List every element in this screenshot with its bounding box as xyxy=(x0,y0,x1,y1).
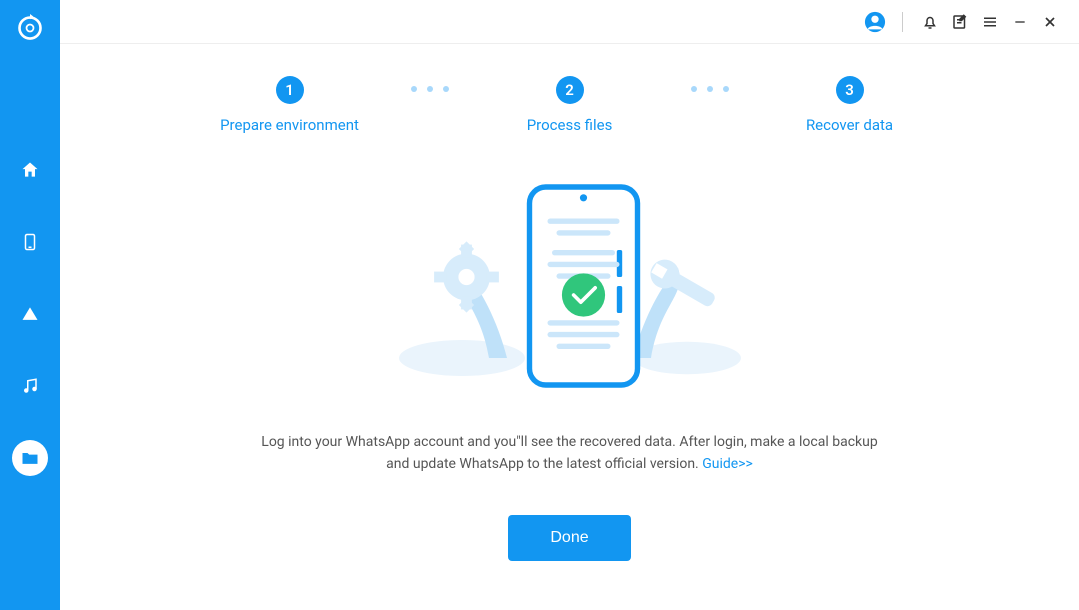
step-label: Process files xyxy=(527,116,613,134)
instruction-text: Log into your WhatsApp account and you"l… xyxy=(250,432,890,475)
guide-link[interactable]: Guide>> xyxy=(702,456,753,472)
nav-home[interactable] xyxy=(12,152,48,188)
close-icon[interactable] xyxy=(1039,11,1061,33)
recovery-illustration xyxy=(390,176,750,396)
feedback-icon[interactable] xyxy=(949,11,971,33)
main-area: 1 Prepare environment 2 Process files 3 … xyxy=(60,0,1079,610)
titlebar-separator xyxy=(902,12,903,32)
step-1: 1 Prepare environment xyxy=(190,76,390,134)
step-3: 3 Recover data xyxy=(750,76,950,134)
step-number: 1 xyxy=(276,76,304,104)
sidebar xyxy=(0,0,60,610)
step-number: 3 xyxy=(836,76,864,104)
step-2: 2 Process files xyxy=(470,76,670,134)
done-button[interactable]: Done xyxy=(508,515,630,561)
account-icon[interactable] xyxy=(864,11,886,33)
bell-icon[interactable] xyxy=(919,11,941,33)
step-number: 2 xyxy=(556,76,584,104)
step-label: Prepare environment xyxy=(220,116,359,134)
step-separator xyxy=(670,86,750,92)
nav-music[interactable] xyxy=(12,368,48,404)
content: 1 Prepare environment 2 Process files 3 … xyxy=(60,44,1079,610)
app-logo xyxy=(16,14,44,42)
progress-steps: 1 Prepare environment 2 Process files 3 … xyxy=(190,76,950,134)
nav-device[interactable] xyxy=(12,224,48,260)
step-label: Recover data xyxy=(806,116,893,134)
instruction-body: Log into your WhatsApp account and you"l… xyxy=(261,434,877,472)
nav-cloud[interactable] xyxy=(12,296,48,332)
nav-folder[interactable] xyxy=(12,440,48,476)
step-separator xyxy=(390,86,470,92)
minimize-icon[interactable] xyxy=(1009,11,1031,33)
menu-icon[interactable] xyxy=(979,11,1001,33)
titlebar xyxy=(60,0,1079,44)
